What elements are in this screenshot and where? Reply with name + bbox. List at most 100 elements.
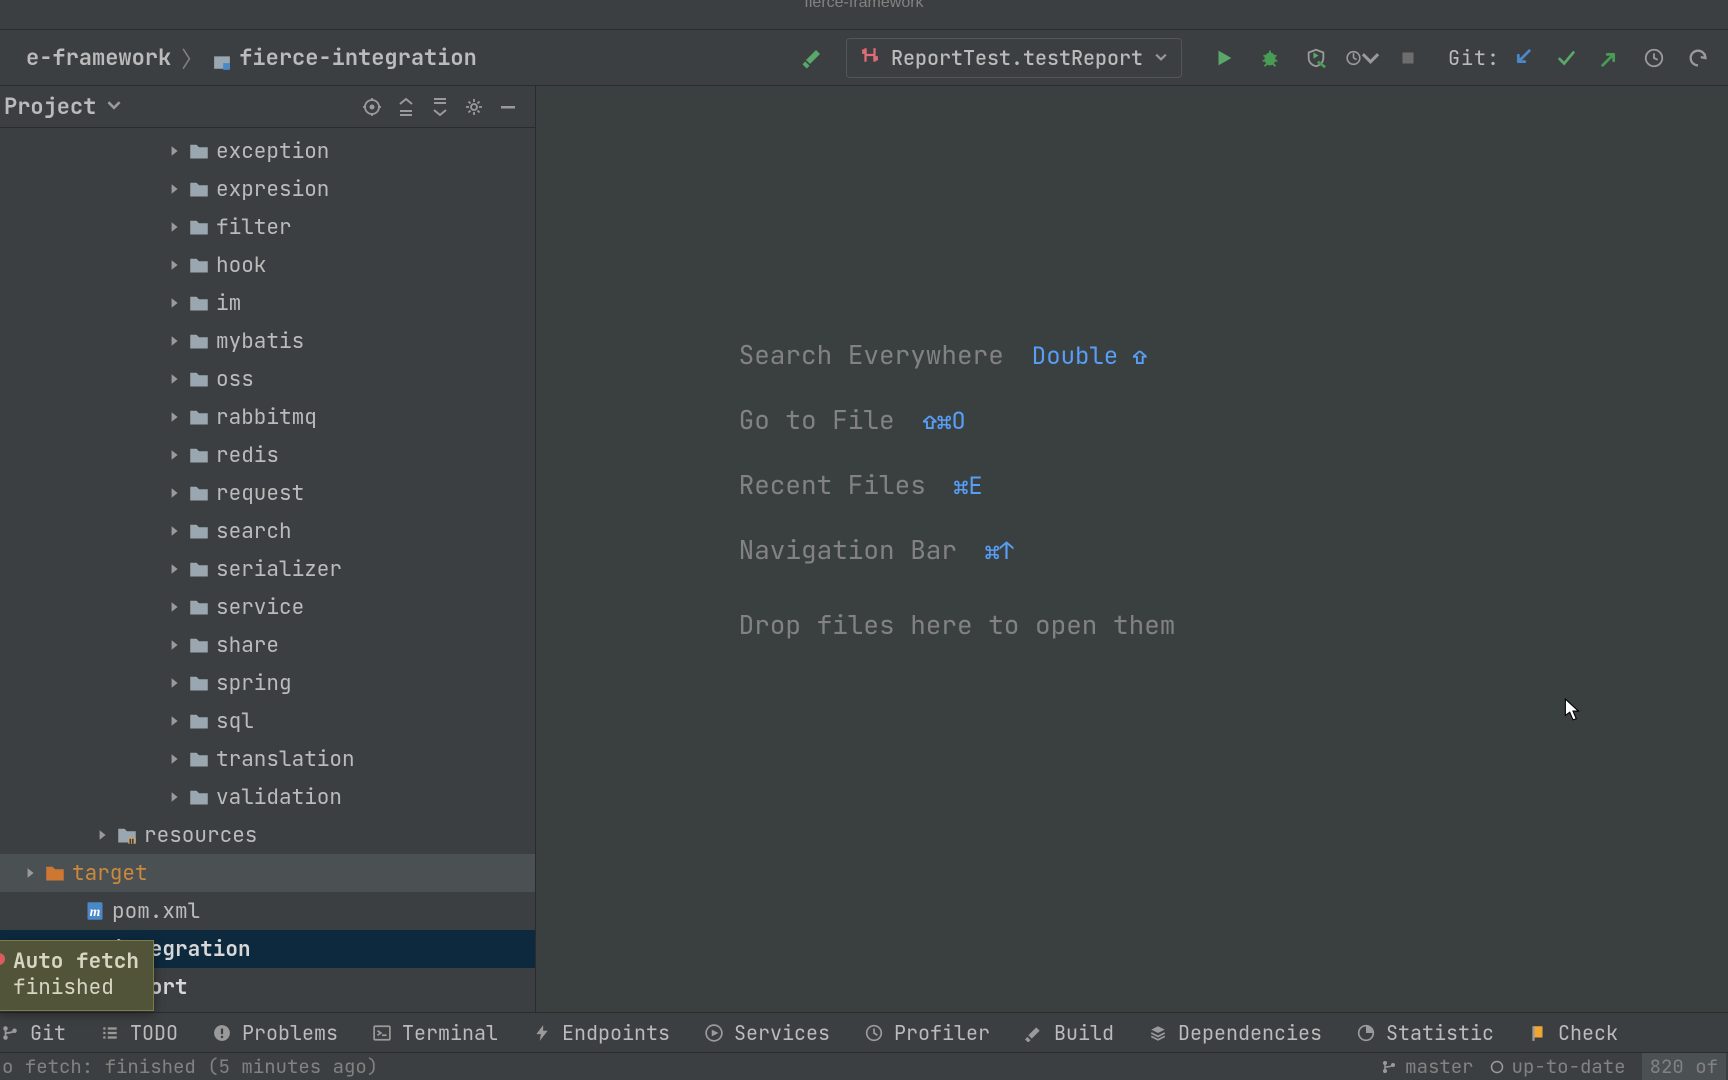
breadcrumb-label: e-framework [26, 43, 171, 72]
expand-all-button[interactable] [389, 90, 423, 124]
git-commit-button[interactable] [1548, 40, 1584, 76]
tree-item-validation[interactable]: validation [0, 778, 535, 816]
memory-label: 820 of [1650, 1054, 1718, 1079]
bottom-tab-label: Build [1054, 1020, 1114, 1046]
bottom-tab-terminal[interactable]: Terminal [372, 1020, 498, 1046]
stop-button[interactable] [1390, 40, 1426, 76]
git-branch-widget[interactable]: master [1381, 1054, 1473, 1079]
chevron-right-icon[interactable] [166, 143, 182, 159]
sync-status[interactable]: up-to-date [1490, 1054, 1626, 1079]
tree-item-hook[interactable]: hook [0, 246, 535, 284]
editor-area[interactable]: Search Everywhere Double ⇧ Go to File ⇧⌘… [536, 86, 1728, 1012]
undo-button[interactable] [1680, 40, 1716, 76]
chevron-right-icon[interactable] [166, 523, 182, 539]
tree-item-share[interactable]: share [0, 626, 535, 664]
tree-item-label: service [216, 594, 304, 621]
hint-row: Recent Files ⌘E [739, 467, 1176, 502]
status-bar: o fetch: finished (5 minutes ago) master… [0, 1052, 1728, 1080]
git-history-button[interactable] [1636, 40, 1672, 76]
bottom-tab-statistic[interactable]: Statistic [1356, 1020, 1494, 1046]
build-hammer-button[interactable] [796, 40, 832, 76]
chevron-right-icon[interactable] [166, 409, 182, 425]
pom-icon: m [84, 900, 106, 922]
bottom-tab-git[interactable]: Git [0, 1020, 66, 1046]
breadcrumb-item[interactable]: e-framework [0, 43, 171, 72]
tree-item-serializer[interactable]: serializer [0, 550, 535, 588]
bottom-tab-check[interactable]: Check [1528, 1020, 1618, 1046]
tree-item-sql[interactable]: sql [0, 702, 535, 740]
tree-item-translation[interactable]: translation [0, 740, 535, 778]
chevron-right-icon[interactable] [166, 447, 182, 463]
minimize-button[interactable] [491, 90, 525, 124]
chevron-right-icon[interactable] [22, 865, 38, 881]
bottom-tab-build[interactable]: Build [1024, 1020, 1114, 1046]
bottom-tab-dependencies[interactable]: Dependencies [1148, 1020, 1322, 1046]
bottom-tab-endpoints[interactable]: Endpoints [532, 1020, 670, 1046]
profile-button[interactable] [1344, 40, 1380, 76]
chevron-right-icon[interactable] [166, 789, 182, 805]
tree-item-im[interactable]: im [0, 284, 535, 322]
chevron-right-icon[interactable] [166, 485, 182, 501]
tree-item-exception[interactable]: exception [0, 132, 535, 170]
breadcrumb-item[interactable]: fierce-integration [213, 43, 477, 72]
run-actions [1206, 40, 1426, 76]
chevron-right-icon[interactable] [166, 181, 182, 197]
run-button[interactable] [1206, 40, 1242, 76]
tree-item-search[interactable]: search [0, 512, 535, 550]
chevron-right-icon[interactable] [166, 257, 182, 273]
tree-item-spring[interactable]: spring [0, 664, 535, 702]
folder-icon [188, 330, 210, 352]
chevron-right-icon[interactable] [62, 903, 78, 919]
bottom-tab-todo[interactable]: TODO [100, 1020, 178, 1046]
locate-file-button[interactable] [355, 90, 389, 124]
bottom-tab-label: TODO [130, 1020, 178, 1046]
tree-item-redis[interactable]: redis [0, 436, 535, 474]
bottom-tab-label: Terminal [402, 1020, 498, 1046]
git-label: Git: [1448, 45, 1500, 71]
chevron-right-icon[interactable] [166, 561, 182, 577]
tree-item-request[interactable]: request [0, 474, 535, 512]
chevron-right-icon[interactable] [166, 599, 182, 615]
main-area: Project exceptionexpresionfilterhookimmy… [0, 86, 1728, 1012]
memory-indicator[interactable]: 820 of [1642, 1053, 1726, 1080]
bottom-tab-problems[interactable]: Problems [212, 1020, 338, 1046]
tree-item-rabbitmq[interactable]: rabbitmq [0, 398, 535, 436]
git-push-button[interactable] [1592, 40, 1628, 76]
coverage-button[interactable] [1298, 40, 1334, 76]
hint-shortcut: ⇧⌘O [923, 406, 966, 437]
tree-item-resources[interactable]: resources [0, 816, 535, 854]
tree-item-target[interactable]: target [0, 854, 535, 892]
tree-item-oss[interactable]: oss [0, 360, 535, 398]
bottom-tab-profiler[interactable]: Profiler [864, 1020, 990, 1046]
run-configuration-selector[interactable]: ReportTest.testReport [846, 38, 1182, 78]
window-title: fierce-framework [804, 0, 923, 12]
hint-row: Navigation Bar ⌘↑ [739, 532, 1176, 567]
chevron-right-icon[interactable] [166, 637, 182, 653]
collapse-all-button[interactable] [423, 90, 457, 124]
chevron-right-icon[interactable] [166, 295, 182, 311]
project-title[interactable]: Project [4, 92, 104, 121]
chevron-right-icon[interactable] [166, 371, 182, 387]
chevron-right-icon[interactable] [166, 751, 182, 767]
chevron-right-icon[interactable] [94, 827, 110, 843]
bottom-tab-services[interactable]: Services [704, 1020, 830, 1046]
settings-button[interactable] [457, 90, 491, 124]
tree-item-expresion[interactable]: expresion [0, 170, 535, 208]
git-pull-button[interactable] [1504, 40, 1540, 76]
chevron-right-icon[interactable] [166, 333, 182, 349]
hint-label: Navigation Bar [739, 532, 957, 567]
titlebar: fierce-framework [0, 0, 1728, 30]
tree-item-filter[interactable]: filter [0, 208, 535, 246]
notification-toast[interactable]: Auto fetch finished [0, 940, 154, 1011]
tree-item-pom.xml[interactable]: mpom.xml [0, 892, 535, 930]
play-icon [704, 1023, 724, 1043]
chevron-right-icon[interactable] [166, 675, 182, 691]
tree-item-mybatis[interactable]: mybatis [0, 322, 535, 360]
svg-text:m: m [90, 904, 101, 919]
chevron-right-icon[interactable] [166, 219, 182, 235]
debug-button[interactable] [1252, 40, 1288, 76]
project-tree[interactable]: exceptionexpresionfilterhookimmybatisoss… [0, 128, 535, 1012]
chevron-right-icon[interactable] [166, 713, 182, 729]
tree-item-service[interactable]: service [0, 588, 535, 626]
chevron-down-icon[interactable] [104, 92, 124, 121]
